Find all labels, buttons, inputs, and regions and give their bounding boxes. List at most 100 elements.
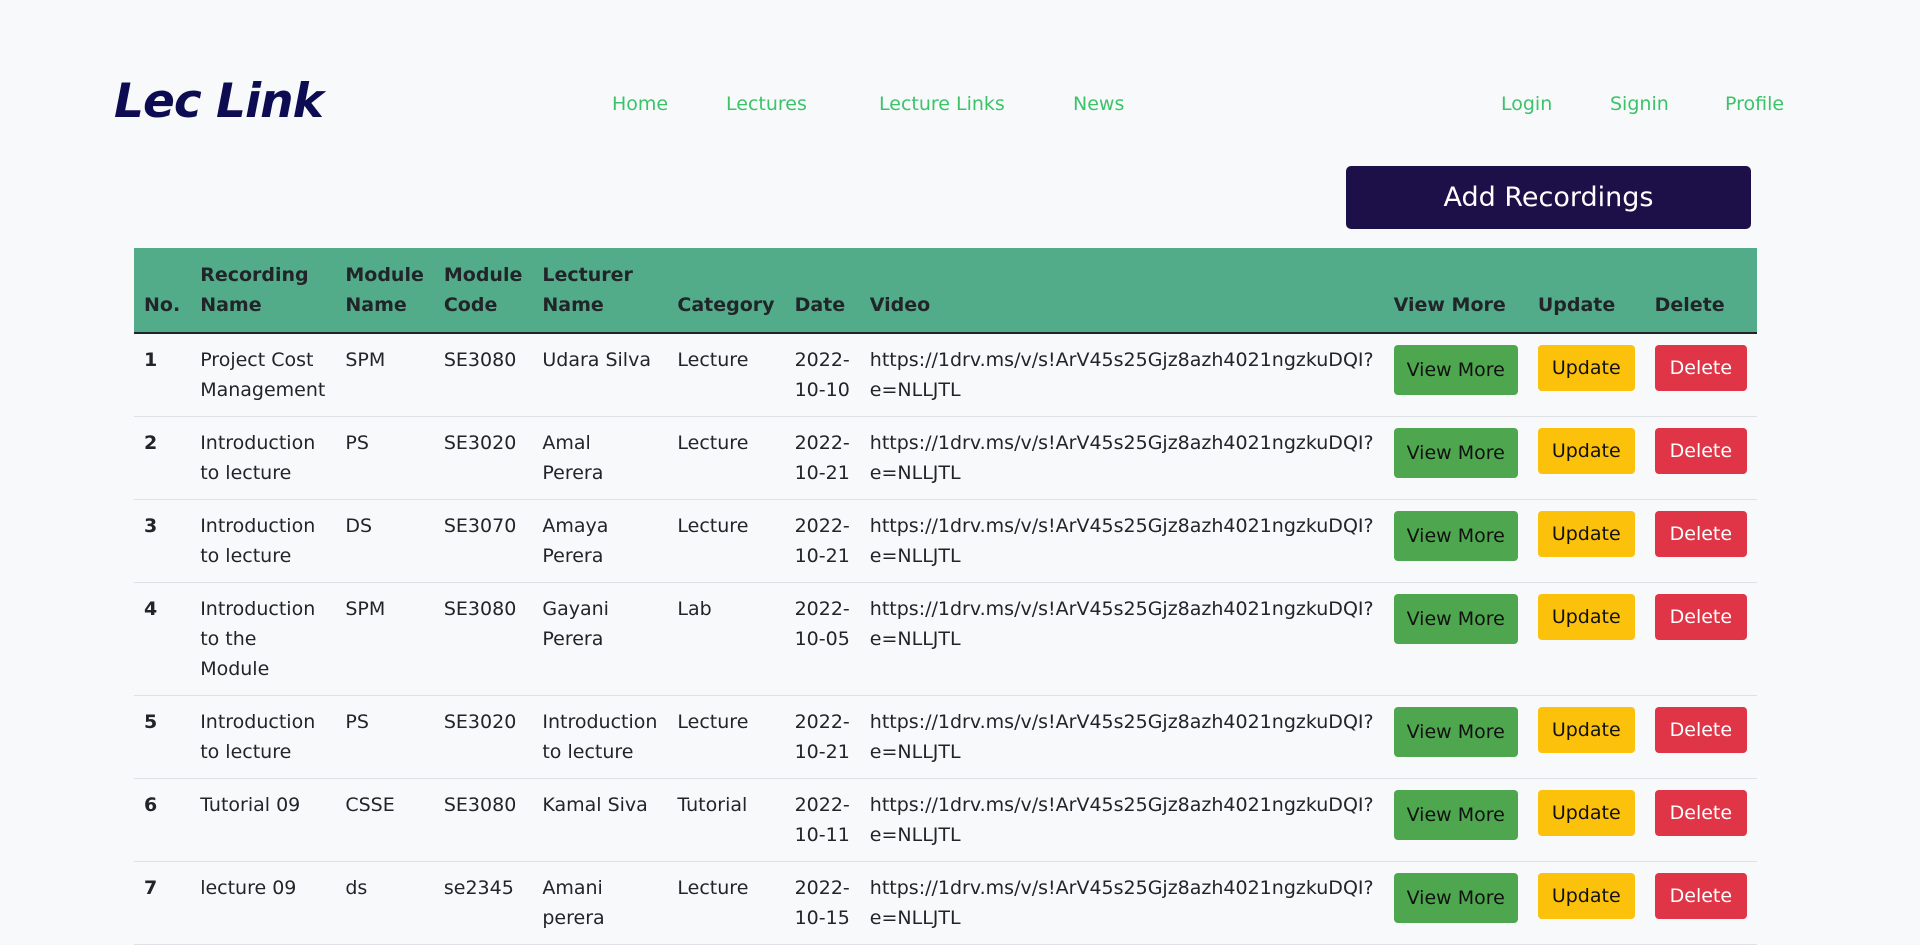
cell-date: 2022-10-10 [784, 333, 860, 417]
nav-lectures-link[interactable]: Lectures [726, 93, 807, 115]
cell-module-name: SPM [335, 333, 434, 417]
header-recording-name: Recording Name [190, 248, 336, 334]
cell-update: Update [1527, 861, 1645, 945]
cell-view-more: View More [1383, 861, 1528, 945]
recordings-table: No. Recording Name Module Name Module Co… [134, 248, 1758, 945]
nav-login-link[interactable]: Login [1501, 93, 1552, 115]
cell-recording-name: lecture 09 [190, 861, 336, 945]
cell-date: 2022-10-21 [784, 695, 860, 779]
cell-no: 3 [134, 499, 191, 583]
nav-profile-link[interactable]: Profile [1725, 93, 1784, 115]
nav-home-link[interactable]: Home [612, 93, 668, 115]
cell-date: 2022-10-21 [784, 416, 860, 500]
nav-signin-link[interactable]: Signin [1610, 93, 1669, 115]
cell-module-code: SE3080 [433, 778, 533, 862]
add-recordings-button[interactable]: Add Recordings [1346, 166, 1751, 229]
cell-module-name: ds [335, 861, 434, 945]
cell-lecturer-name: Kamal Siva [532, 778, 668, 862]
cell-category: Lecture [667, 499, 785, 583]
cell-recording-name: Introduction to lecture [190, 499, 336, 583]
cell-module-code: se2345 [433, 861, 533, 945]
cell-lecturer-name: Udara Silva [532, 333, 668, 417]
delete-button[interactable]: Delete [1654, 345, 1748, 391]
nav-news-link[interactable]: News [1073, 93, 1124, 115]
cell-no: 6 [134, 778, 191, 862]
update-button[interactable]: Update [1537, 511, 1635, 557]
header-lecturer-name: Lecturer Name [532, 248, 668, 334]
cell-recording-name: Introduction to lecture [190, 416, 336, 500]
cell-category: Lecture [667, 416, 785, 500]
delete-button[interactable]: Delete [1654, 428, 1748, 474]
table-row: 4 Introduction to the Module SPM SE3080 Gaya… [134, 582, 1758, 696]
update-button[interactable]: Update [1537, 790, 1635, 836]
cell-recording-name: Project Cost Management [190, 333, 336, 417]
header-video: Video [859, 248, 1384, 334]
cell-video-link: https://1drv.ms/v/s!ArV45s25Gjz8azh4021n… [859, 499, 1384, 583]
update-button[interactable]: Update [1537, 873, 1635, 919]
header-no: No. [134, 248, 191, 334]
cell-update: Update [1527, 582, 1645, 696]
cell-delete: Delete [1644, 695, 1758, 779]
delete-button[interactable]: Delete [1654, 511, 1748, 557]
brand-logo[interactable]: Lec Link [114, 74, 324, 129]
cell-category: Lecture [667, 333, 785, 417]
header-module-code: Module Code [433, 248, 533, 334]
view-more-button[interactable]: View More [1393, 511, 1518, 561]
delete-button[interactable]: Delete [1654, 873, 1748, 919]
cell-recording-name: Introduction to the Module [190, 582, 336, 696]
header-delete: Delete [1644, 248, 1758, 334]
table-row: 5 Introduction to lecture PS SE3020 Introduc… [134, 695, 1758, 779]
cell-module-code: SE3080 [433, 582, 533, 696]
cell-module-name: PS [335, 695, 434, 779]
cell-lecturer-name: Gayani Perera [532, 582, 668, 696]
cell-view-more: View More [1383, 778, 1528, 862]
update-button[interactable]: Update [1537, 594, 1635, 640]
view-more-button[interactable]: View More [1393, 707, 1518, 757]
view-more-button[interactable]: View More [1393, 428, 1518, 478]
cell-date: 2022-10-11 [784, 778, 860, 862]
cell-delete: Delete [1644, 778, 1758, 862]
cell-update: Update [1527, 333, 1645, 417]
cell-video-link: https://1drv.ms/v/s!ArV45s25Gjz8azh4021n… [859, 778, 1384, 862]
cell-delete: Delete [1644, 582, 1758, 696]
cell-lecturer-name: Amaya Perera [532, 499, 668, 583]
cell-date: 2022-10-15 [784, 861, 860, 945]
update-button[interactable]: Update [1537, 707, 1635, 753]
cell-video-link: https://1drv.ms/v/s!ArV45s25Gjz8azh4021n… [859, 695, 1384, 779]
cell-delete: Delete [1644, 333, 1758, 417]
cell-date: 2022-10-05 [784, 582, 860, 696]
table-body: 1 Project Cost Management SPM SE3080 Udara S… [134, 333, 1758, 945]
table-row: 2 Introduction to lecture PS SE3020 Amal Per… [134, 416, 1758, 500]
cell-delete: Delete [1644, 499, 1758, 583]
cell-no: 2 [134, 416, 191, 500]
view-more-button[interactable]: View More [1393, 873, 1518, 923]
cell-view-more: View More [1383, 416, 1528, 500]
header-module-name: Module Name [335, 248, 434, 334]
cell-video-link: https://1drv.ms/v/s!ArV45s25Gjz8azh4021n… [859, 582, 1384, 696]
view-more-button[interactable]: View More [1393, 594, 1518, 644]
view-more-button[interactable]: View More [1393, 790, 1518, 840]
cell-video-link: https://1drv.ms/v/s!ArV45s25Gjz8azh4021n… [859, 861, 1384, 945]
cell-category: Lecture [667, 861, 785, 945]
cell-view-more: View More [1383, 499, 1528, 583]
cell-module-code: SE3020 [433, 695, 533, 779]
delete-button[interactable]: Delete [1654, 594, 1748, 640]
cell-view-more: View More [1383, 695, 1528, 779]
cell-category: Lab [667, 582, 785, 696]
nav-lecture-links-link[interactable]: Lecture Links [879, 93, 1005, 115]
cell-lecturer-name: Amani perera [532, 861, 668, 945]
cell-no: 7 [134, 861, 191, 945]
view-more-button[interactable]: View More [1393, 345, 1518, 395]
cell-date: 2022-10-21 [784, 499, 860, 583]
cell-video-link: https://1drv.ms/v/s!ArV45s25Gjz8azh4021n… [859, 333, 1384, 417]
delete-button[interactable]: Delete [1654, 790, 1748, 836]
update-button[interactable]: Update [1537, 428, 1635, 474]
update-button[interactable]: Update [1537, 345, 1635, 391]
cell-view-more: View More [1383, 582, 1528, 696]
cell-recording-name: Introduction to lecture [190, 695, 336, 779]
cell-module-code: SE3070 [433, 499, 533, 583]
cell-lecturer-name: Amal Perera [532, 416, 668, 500]
cell-module-code: SE3020 [433, 416, 533, 500]
delete-button[interactable]: Delete [1654, 707, 1748, 753]
cell-module-name: CSSE [335, 778, 434, 862]
